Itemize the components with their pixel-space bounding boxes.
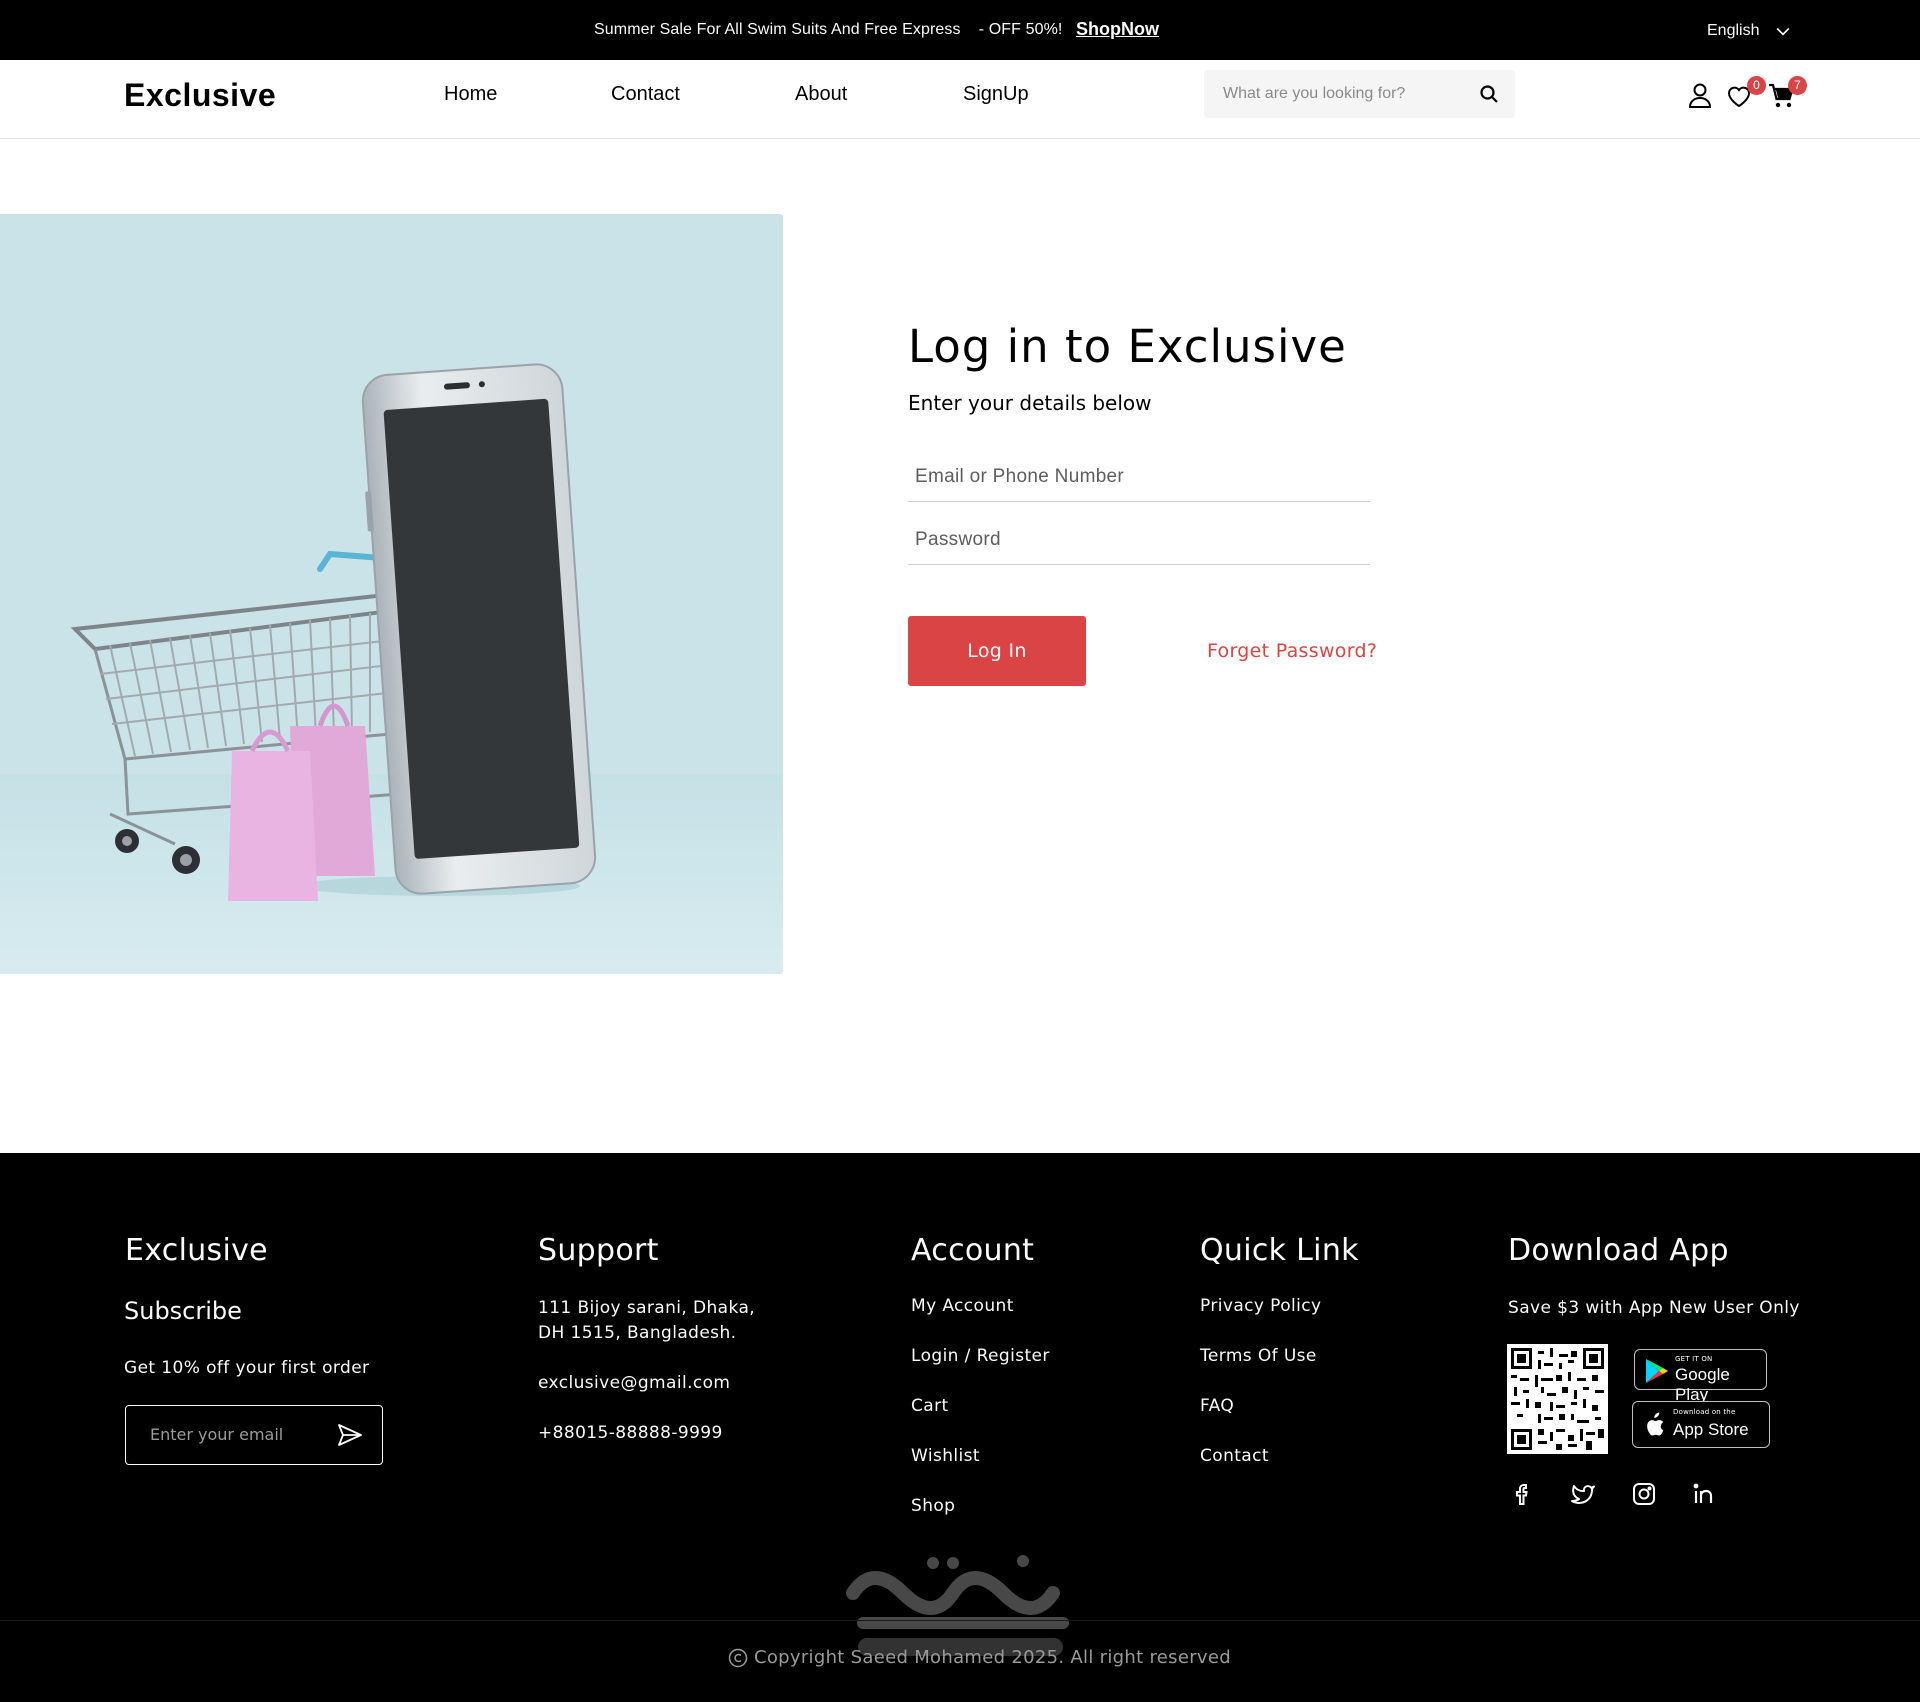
cart-badge: 7 xyxy=(1788,76,1807,95)
login-hero-image xyxy=(0,214,783,974)
footer-link-contact[interactable]: Contact xyxy=(1200,1446,1269,1466)
facebook-icon[interactable] xyxy=(1509,1480,1537,1508)
linkedin-icon[interactable] xyxy=(1690,1480,1718,1508)
footer-offer-text: Get 10% off your first order xyxy=(124,1358,370,1378)
user-icon[interactable] xyxy=(1684,80,1716,112)
apple-icon xyxy=(1647,1412,1664,1436)
footer-link-my-account[interactable]: My Account xyxy=(911,1296,1014,1316)
login-button[interactable]: Log In xyxy=(908,616,1086,686)
shopping-cart-phone-illustration xyxy=(0,214,783,974)
login-title: Log in to Exclusive xyxy=(908,320,1347,373)
shop-now-link[interactable]: ShopNow xyxy=(1076,19,1159,40)
copyright-text: Copyright Saeed Mohamed 2025. All right … xyxy=(754,1647,1231,1668)
promo-text: Summer Sale For All Swim Suits And Free … xyxy=(594,21,1063,38)
language-label: English xyxy=(1707,22,1760,39)
app-store-label: App Store xyxy=(1673,1420,1749,1439)
footer-download-title: Download App xyxy=(1508,1233,1729,1268)
password-input[interactable] xyxy=(908,515,1370,564)
support-address-line2: DH 1515, Bangladesh. xyxy=(538,1323,737,1343)
support-address-line1: 111 Bijoy sarani, Dhaka, xyxy=(538,1298,756,1318)
subscribe-email-input[interactable] xyxy=(126,1406,326,1463)
email-or-phone-input[interactable] xyxy=(908,452,1370,501)
nav-about[interactable]: About xyxy=(795,83,847,106)
search-box xyxy=(1204,70,1515,118)
language-selector[interactable]: English xyxy=(1707,21,1793,41)
footer-link-faq[interactable]: FAQ xyxy=(1200,1396,1234,1416)
site-footer: Exclusive Subscribe Get 10% off your fir… xyxy=(0,1153,1920,1702)
footer-account-title: Account xyxy=(911,1233,1035,1268)
site-logo[interactable]: Exclusive xyxy=(124,77,276,114)
footer-link-shop[interactable]: Shop xyxy=(911,1496,955,1516)
footer-link-cart[interactable]: Cart xyxy=(911,1396,949,1416)
google-play-label: Google Play xyxy=(1675,1365,1730,1404)
subscribe-form xyxy=(125,1405,383,1465)
google-play-icon xyxy=(1646,1359,1668,1383)
app-store-button[interactable]: Download on the App Store xyxy=(1632,1401,1770,1448)
nav-home[interactable]: Home xyxy=(444,83,497,106)
footer-link-terms-of-use[interactable]: Terms Of Use xyxy=(1200,1346,1317,1366)
download-tagline: Save $3 with App New User Only xyxy=(1508,1298,1800,1318)
search-icon[interactable] xyxy=(1477,82,1501,106)
support-email: exclusive@gmail.com xyxy=(538,1373,731,1393)
instagram-icon[interactable] xyxy=(1630,1480,1658,1508)
forget-password-link[interactable]: Forget Password? xyxy=(1207,640,1377,662)
footer-subscribe-heading: Subscribe xyxy=(124,1297,242,1325)
qr-code xyxy=(1507,1344,1608,1454)
wishlist-badge: 0 xyxy=(1747,76,1766,95)
main-header: Exclusive Home Contact About SignUp 0 7 xyxy=(0,60,1920,139)
google-play-button[interactable]: GET IT ON Google Play xyxy=(1634,1349,1767,1404)
footer-brand-title: Exclusive xyxy=(125,1233,268,1268)
app-store-small-text: Download on the xyxy=(1673,1408,1736,1416)
send-icon[interactable] xyxy=(336,1422,364,1448)
google-play-small-text: GET IT ON xyxy=(1675,1355,1713,1363)
support-phone: +88015-88888-9999 xyxy=(538,1423,723,1443)
search-input[interactable] xyxy=(1204,70,1464,118)
nav-contact[interactable]: Contact xyxy=(611,83,680,106)
nav-signup[interactable]: SignUp xyxy=(963,83,1029,106)
password-field-wrapper xyxy=(908,515,1370,565)
copyright-icon xyxy=(728,1648,748,1667)
footer-support-title: Support xyxy=(538,1233,659,1268)
announcement-bar: Summer Sale For All Swim Suits And Free … xyxy=(0,0,1920,60)
footer-link-wishlist[interactable]: Wishlist xyxy=(911,1446,980,1466)
footer-link-login-register[interactable]: Login / Register xyxy=(911,1346,1050,1366)
email-field-wrapper xyxy=(908,452,1370,502)
footer-link-privacy-policy[interactable]: Privacy Policy xyxy=(1200,1296,1321,1316)
copyright: Copyright Saeed Mohamed 2025. All right … xyxy=(728,1647,1231,1668)
twitter-icon[interactable] xyxy=(1569,1480,1597,1508)
login-subtitle: Enter your details below xyxy=(908,391,1152,415)
chevron-down-icon xyxy=(1777,27,1790,36)
footer-quick-link-title: Quick Link xyxy=(1200,1233,1359,1268)
